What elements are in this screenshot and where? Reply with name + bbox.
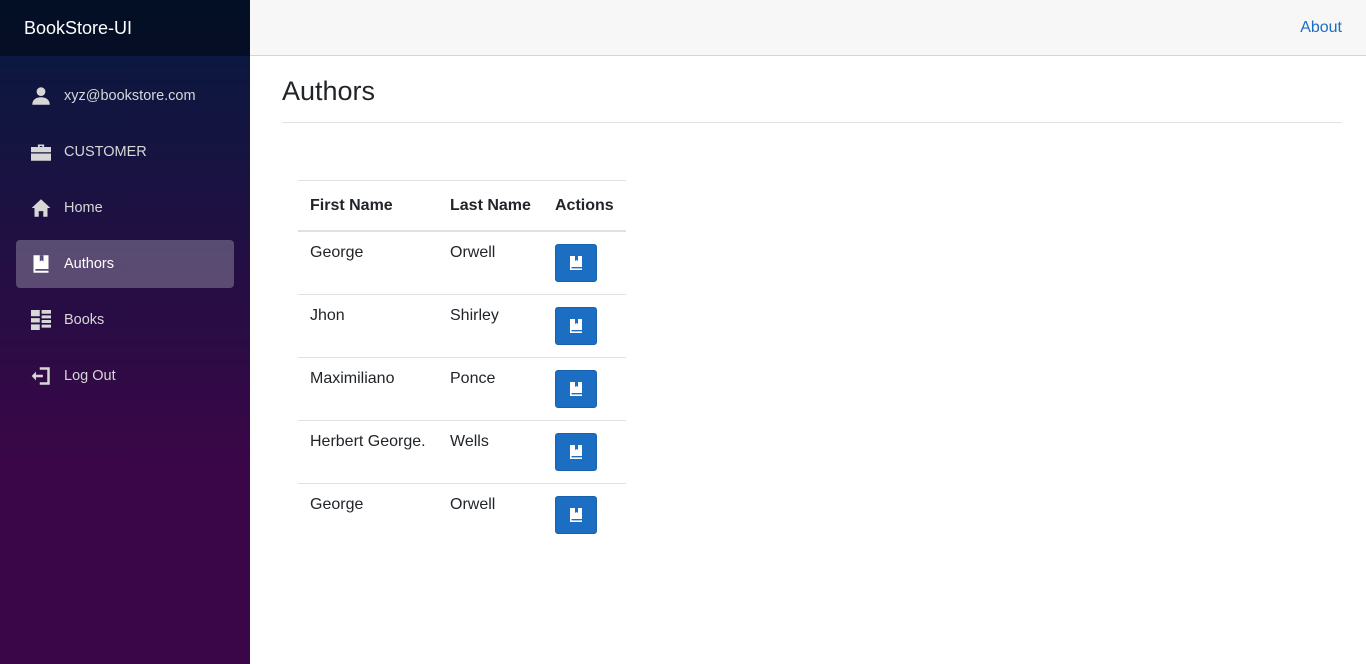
column-header-actions: Actions: [543, 180, 626, 232]
view-author-button[interactable]: [555, 306, 597, 345]
actions-cell: [543, 356, 626, 420]
logout-icon: [30, 365, 52, 387]
first-name-cell: Maximiliano: [298, 356, 438, 420]
sidebar: BookStore-UI xyz@bookstore.com CUSTOMER …: [0, 0, 250, 664]
table-row: George Orwell: [298, 231, 626, 294]
table-row: George Orwell: [298, 482, 626, 546]
sidebar-item-label: Books: [64, 312, 105, 328]
view-author-button[interactable]: [555, 432, 597, 471]
top-bar: About: [250, 0, 1366, 56]
column-header-last-name: Last Name: [438, 180, 543, 232]
sidebar-item-user[interactable]: xyz@bookstore.com: [16, 72, 234, 120]
sidebar-item-logout[interactable]: Log Out: [16, 352, 234, 400]
about-link[interactable]: About: [1300, 19, 1342, 37]
sidebar-item-home[interactable]: Home: [16, 184, 234, 232]
sidebar-item-authors[interactable]: Authors: [16, 240, 234, 288]
briefcase-icon: [30, 141, 52, 163]
book-icon: [570, 381, 582, 396]
first-name-cell: Herbert George.: [298, 419, 438, 483]
sidebar-item-label: xyz@bookstore.com: [64, 88, 196, 104]
sidebar-item-books[interactable]: Books: [16, 296, 234, 344]
page-title: Authors: [282, 76, 1342, 123]
sidebar-item-label: Log Out: [64, 368, 116, 384]
actions-cell: [543, 482, 626, 546]
authors-table: First Name Last Name Actions George Orwe…: [298, 180, 626, 546]
sidebar-item-customer[interactable]: CUSTOMER: [16, 128, 234, 176]
actions-cell: [543, 231, 626, 294]
sidebar-nav: xyz@bookstore.com CUSTOMER Home Authors …: [0, 56, 250, 400]
last-name-cell: Orwell: [438, 482, 543, 546]
book-icon: [30, 253, 52, 275]
first-name-cell: George: [310, 244, 364, 261]
app-brand[interactable]: BookStore-UI: [0, 0, 250, 56]
last-name-cell: Ponce: [438, 356, 543, 420]
table-header-row: First Name Last Name Actions: [298, 180, 626, 232]
person-icon: [30, 85, 52, 107]
home-icon: [30, 197, 52, 219]
view-author-button[interactable]: [555, 244, 597, 282]
book-icon: [570, 256, 582, 270]
actions-cell: [543, 419, 626, 483]
table-row: Herbert George. Wells: [298, 419, 626, 483]
sidebar-item-label: Home: [64, 200, 103, 216]
last-name-cell: Orwell: [450, 244, 496, 261]
table-row: Maximiliano Ponce: [298, 356, 626, 420]
first-name-cell: George: [298, 482, 438, 546]
book-icon: [570, 318, 582, 333]
actions-cell: [543, 293, 626, 357]
last-name-cell: Wells: [438, 419, 543, 483]
book-icon: [570, 444, 582, 459]
view-author-button[interactable]: [555, 495, 597, 534]
sidebar-item-label: CUSTOMER: [64, 144, 147, 160]
column-header-first-name: First Name: [298, 180, 438, 232]
main-content: Authors: [282, 56, 1342, 123]
view-author-button[interactable]: [555, 369, 597, 408]
table-row: Jhon Shirley: [298, 293, 626, 357]
book-icon: [570, 507, 582, 522]
first-name-cell: Jhon: [298, 293, 438, 357]
sidebar-item-label: Authors: [64, 256, 114, 272]
list-icon: [30, 309, 52, 331]
last-name-cell: Shirley: [438, 293, 543, 357]
